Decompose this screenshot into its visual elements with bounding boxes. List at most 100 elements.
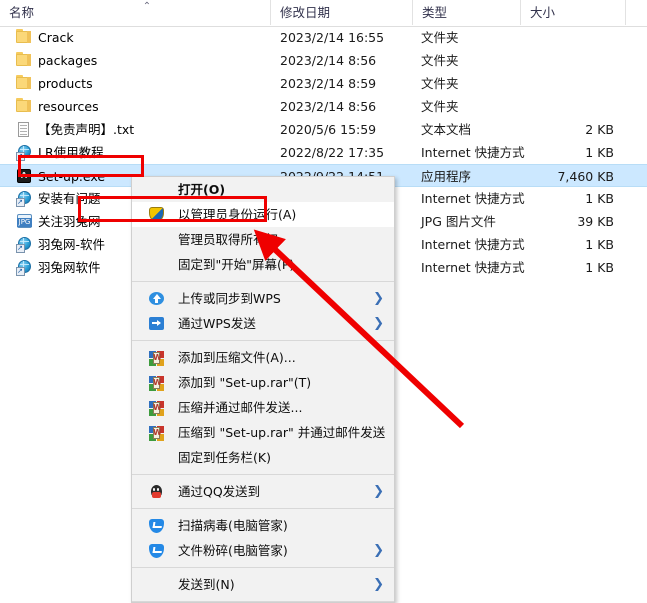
file-type: 文件夹 [421, 30, 459, 45]
internet-shortcut-icon: ↗ [16, 236, 33, 253]
menu-item[interactable]: W 压缩并通过邮件发送... [132, 395, 394, 420]
jpg-image-icon: JPG [16, 213, 33, 230]
file-date: 2023/2/14 8:56 [280, 99, 377, 114]
table-row[interactable]: 【免责声明】.txt 2020/5/6 15:59 文本文档 2 KB [0, 118, 647, 141]
menu-separator [132, 601, 394, 602]
menu-item[interactable]: 通过WPS发送 ❯ [132, 311, 394, 336]
winrar-icon: W [148, 349, 165, 366]
column-header-name[interactable]: 名称 [0, 0, 271, 25]
file-name: Crack [38, 30, 74, 45]
wps-send-icon [148, 315, 165, 332]
column-header-size[interactable]: 大小 [521, 0, 626, 25]
menu-item[interactable]: 固定到任务栏(K) [132, 445, 394, 470]
file-size: 1 KB [585, 145, 614, 160]
file-type: 文件夹 [421, 53, 459, 68]
file-size [500, 49, 614, 72]
menu-item-label: 压缩并通过邮件发送... [178, 400, 303, 415]
menu-separator [132, 567, 394, 568]
chevron-right-icon: ❯ [373, 291, 384, 306]
menu-item[interactable]: 扫描病毒(电脑管家) [132, 513, 394, 538]
column-header-type-label: 类型 [422, 5, 448, 20]
file-date: 2022/8/22 17:35 [280, 145, 385, 160]
file-date: 2023/2/14 8:59 [280, 76, 377, 91]
file-name: resources [38, 99, 99, 114]
run-as-admin-highlight-box [78, 196, 267, 222]
file-name: 羽兔网软件 [38, 260, 101, 275]
file-size: 7,460 KB [557, 169, 614, 184]
folder-icon [16, 52, 33, 69]
table-row[interactable]: products 2023/2/14 8:59 文件夹 [0, 72, 647, 95]
menu-item-label: 添加到 "Set-up.rar"(T) [178, 375, 312, 390]
column-header-date[interactable]: 修改日期 [271, 0, 413, 25]
folder-icon [16, 75, 33, 92]
column-header-bar: 名称 ⌃ 修改日期 类型 大小 [0, 0, 647, 27]
file-date: 2020/5/6 15:59 [280, 122, 377, 137]
file-size: 39 KB [577, 214, 614, 229]
menu-item[interactable]: 管理员取得所有权 [132, 227, 394, 252]
pc-manager-icon [148, 542, 165, 559]
menu-item[interactable]: W 添加到压缩文件(A)... [132, 345, 394, 370]
chevron-right-icon: ❯ [373, 316, 384, 331]
menu-item[interactable]: W 添加到 "Set-up.rar"(T) [132, 370, 394, 395]
file-date: 2023/2/14 16:55 [280, 30, 385, 45]
menu-separator [132, 508, 394, 509]
file-size [500, 72, 614, 95]
folder-icon [16, 98, 33, 115]
file-type: JPG 图片文件 [421, 214, 496, 229]
winrar-icon: W [148, 424, 165, 441]
file-name: 羽兔网-软件 [38, 237, 106, 252]
chevron-right-icon: ❯ [373, 577, 384, 592]
menu-item-label: 扫描病毒(电脑管家) [178, 518, 288, 533]
column-header-name-label: 名称 [9, 5, 35, 20]
folder-icon [16, 29, 33, 46]
column-header-size-label: 大小 [530, 5, 556, 20]
menu-item-label: 固定到"开始"屏幕(P) [178, 257, 295, 272]
file-size [500, 95, 614, 118]
menu-item[interactable]: 通过QQ发送到 ❯ [132, 479, 394, 504]
menu-item-label: 固定到任务栏(K) [178, 450, 271, 465]
column-header-type[interactable]: 类型 [413, 0, 521, 25]
winrar-icon: W [148, 399, 165, 416]
qq-icon [148, 483, 165, 500]
menu-separator [132, 340, 394, 341]
file-highlight-box [18, 155, 144, 177]
file-type: 文本文档 [421, 122, 472, 137]
pc-manager-icon [148, 517, 165, 534]
table-row[interactable]: packages 2023/2/14 8:56 文件夹 [0, 49, 647, 72]
file-type: 应用程序 [421, 169, 472, 184]
menu-item[interactable]: 文件粉碎(电脑管家) ❯ [132, 538, 394, 563]
chevron-right-icon: ❯ [373, 543, 384, 558]
file-name: packages [38, 53, 98, 68]
chevron-right-icon: ❯ [373, 484, 384, 499]
menu-item-label: 通过WPS发送 [178, 316, 256, 331]
file-size: 1 KB [585, 237, 614, 252]
file-size: 1 KB [585, 260, 614, 275]
file-size: 1 KB [585, 191, 614, 206]
winrar-icon: W [148, 374, 165, 391]
file-name: products [38, 76, 93, 91]
file-type: 文件夹 [421, 76, 459, 91]
menu-separator [132, 474, 394, 475]
column-header-date-label: 修改日期 [280, 5, 331, 20]
context-menu[interactable]: 打开(O) 以管理员身份运行(A) 管理员取得所有权 固定到"开始"屏幕(P) 上传或同… [131, 176, 395, 603]
file-date: 2023/2/14 8:56 [280, 53, 377, 68]
menu-item-label: 打开(O) [178, 182, 226, 197]
menu-item-label: 压缩到 "Set-up.rar" 并通过邮件发送 [178, 425, 386, 440]
file-size [500, 26, 614, 49]
menu-item[interactable]: 上传或同步到WPS ❯ [132, 286, 394, 311]
cloud-upload-icon [148, 290, 165, 307]
menu-item-label: 文件粉碎(电脑管家) [178, 543, 288, 558]
menu-item[interactable]: 发送到(N) ❯ [132, 572, 394, 597]
file-type: 文件夹 [421, 99, 459, 114]
file-size: 2 KB [585, 122, 614, 137]
menu-item[interactable]: 固定到"开始"屏幕(P) [132, 252, 394, 277]
file-name: 【免责声明】.txt [38, 122, 135, 137]
menu-item-label: 管理员取得所有权 [178, 232, 279, 247]
menu-item-label: 添加到压缩文件(A)... [178, 350, 296, 365]
menu-item-label: 发送到(N) [178, 577, 235, 592]
table-row[interactable]: Crack 2023/2/14 16:55 文件夹 [0, 26, 647, 49]
table-row[interactable]: resources 2023/2/14 8:56 文件夹 [0, 95, 647, 118]
menu-item[interactable]: W 压缩到 "Set-up.rar" 并通过邮件发送 [132, 420, 394, 445]
menu-separator [132, 281, 394, 282]
sort-ascending-icon: ⌃ [142, 1, 152, 12]
